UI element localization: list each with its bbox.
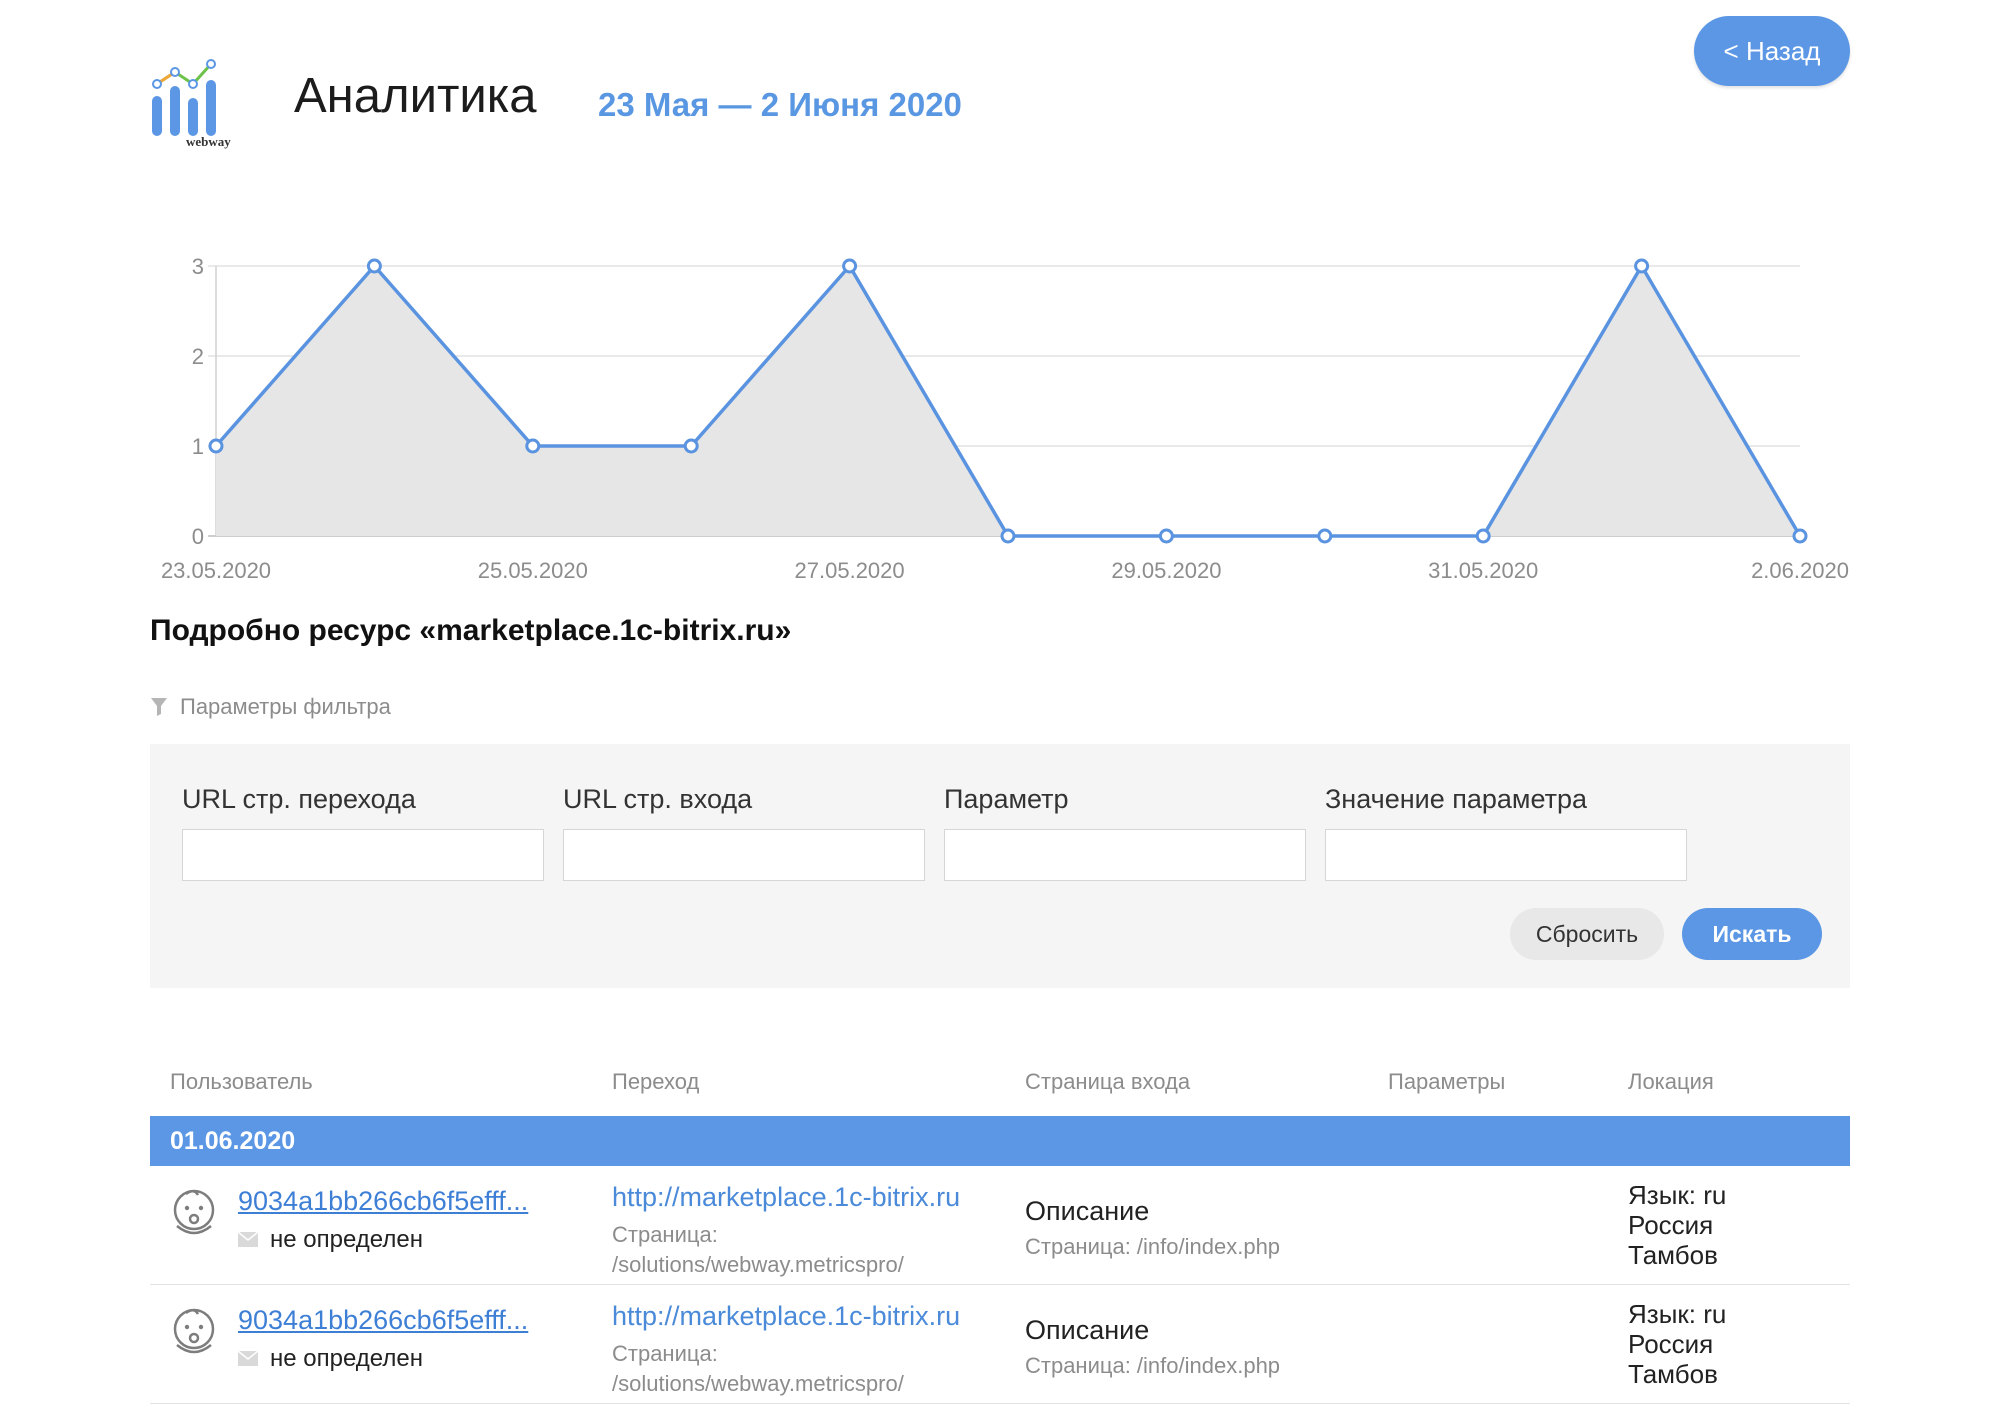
location: Язык: ru Россия Тамбов [1628,1180,1726,1270]
data-point [525,438,541,454]
location-city: Тамбов [1628,1240,1718,1270]
data-point [842,258,858,274]
envelope-icon [238,1351,258,1366]
date-group-row: 01.06.2020 [150,1116,1850,1166]
filter-label-param: Параметр [944,784,1069,814]
data-point [1317,528,1333,544]
baby-avatar-icon [173,1189,215,1235]
entry-page: Страница: /info/index.php [1025,1353,1281,1378]
data-point [1000,528,1016,544]
y-tick-label: 0 [192,524,204,549]
x-tick-label: 23.05.2020 [161,558,271,583]
x-tick-label: 2.06.2020 [1751,558,1849,583]
date-group-label: 01.06.2020 [170,1127,296,1155]
entry-page: Страница: /info/index.php [1025,1234,1281,1259]
data-point [1158,528,1174,544]
filter-toggle-label: Параметры фильтра [180,694,391,719]
data-point [208,438,224,454]
y-tick-label: 3 [192,254,204,279]
back-button[interactable]: < Назад [1694,16,1850,86]
data-point [683,438,699,454]
filter-label-param-value: Значение параметра [1325,784,1587,814]
location-language: Язык: ru [1628,1180,1727,1210]
column-header-user: Пользователь [170,1069,313,1094]
user-status: не определен [270,1345,423,1372]
filter-toggle[interactable]: Параметры фильтра [150,694,391,720]
referrer-page-path: /solutions/webway.metricspro/ [612,1252,904,1277]
column-header-referrer: Переход [612,1069,700,1094]
referrer-page-label: Страница: [612,1222,718,1247]
entry-title: Описание [1025,1196,1150,1226]
location: Язык: ru Россия Тамбов [1628,1299,1726,1389]
envelope-icon [238,1232,258,1247]
filter-panel: URL стр. перехода URL стр. входа Парамет… [150,744,1850,988]
y-tick-label: 2 [192,344,204,369]
data-point [1792,528,1808,544]
date-range: 23 Мая — 2 Июня 2020 [598,86,962,123]
table-row: 9034a1bb266cb6f5efff... не определен htt… [150,1285,1850,1404]
location-country: Россия [1628,1329,1714,1359]
referrer-page-label: Страница: [612,1341,718,1366]
search-button[interactable]: Искать [1682,908,1822,960]
filter-field-entry-url: URL стр. входа [563,784,925,881]
entry-title: Описание [1025,1315,1150,1345]
referrer-page: Страница: /solutions/webway.metricspro/ [612,1220,904,1280]
table-row: 9034a1bb266cb6f5efff... не определен htt… [150,1166,1850,1285]
location-city: Тамбов [1628,1359,1718,1389]
visits-chart: 0 1 2 3 23.05.2020 25.05.2020 27.05.2020 29.05.… [161,254,1849,583]
user-id-link[interactable]: 9034a1bb266cb6f5efff... [238,1186,528,1217]
column-header-params: Параметры [1388,1069,1506,1094]
data-point [366,258,382,274]
referrer-page: Страница: /solutions/webway.metricspro/ [612,1339,904,1399]
user-status: не определен [270,1226,423,1253]
filter-field-ref-url: URL стр. перехода [182,784,544,881]
location-language: Язык: ru [1628,1299,1727,1329]
filter-field-param: Параметр [944,784,1306,881]
logo-text: webway [186,134,231,149]
referrer-link[interactable]: http://marketplace.1c-bitrix.ru [612,1182,960,1213]
referrer-page-path: /solutions/webway.metricspro/ [612,1371,904,1396]
section-title: Подробно ресурс «marketplace.1c-bitrix.r… [150,614,792,647]
baby-avatar-icon [173,1308,215,1354]
x-tick-label: 25.05.2020 [478,558,588,583]
reset-button[interactable]: Сбросить [1510,908,1664,960]
data-point [1634,258,1650,274]
column-header-entry-page: Страница входа [1025,1069,1191,1094]
filter-label-ref-url: URL стр. перехода [182,784,416,814]
referrer-link[interactable]: http://marketplace.1c-bitrix.ru [612,1301,960,1332]
page-title: Аналитика [294,69,537,123]
data-point [1475,528,1491,544]
filter-icon [151,698,167,716]
column-header-location: Локация [1628,1069,1714,1094]
entry-url-input[interactable] [563,829,925,881]
filter-field-param-value: Значение параметра [1325,784,1687,881]
filter-label-entry-url: URL стр. входа [563,784,753,814]
ref-url-input[interactable] [182,829,544,881]
location-country: Россия [1628,1210,1714,1240]
user-id-link[interactable]: 9034a1bb266cb6f5efff... [238,1305,528,1336]
param-value-input[interactable] [1325,829,1687,881]
x-tick-label: 29.05.2020 [1111,558,1221,583]
param-input[interactable] [944,829,1306,881]
y-tick-label: 1 [192,434,204,459]
x-tick-label: 27.05.2020 [795,558,905,583]
x-tick-label: 31.05.2020 [1428,558,1538,583]
